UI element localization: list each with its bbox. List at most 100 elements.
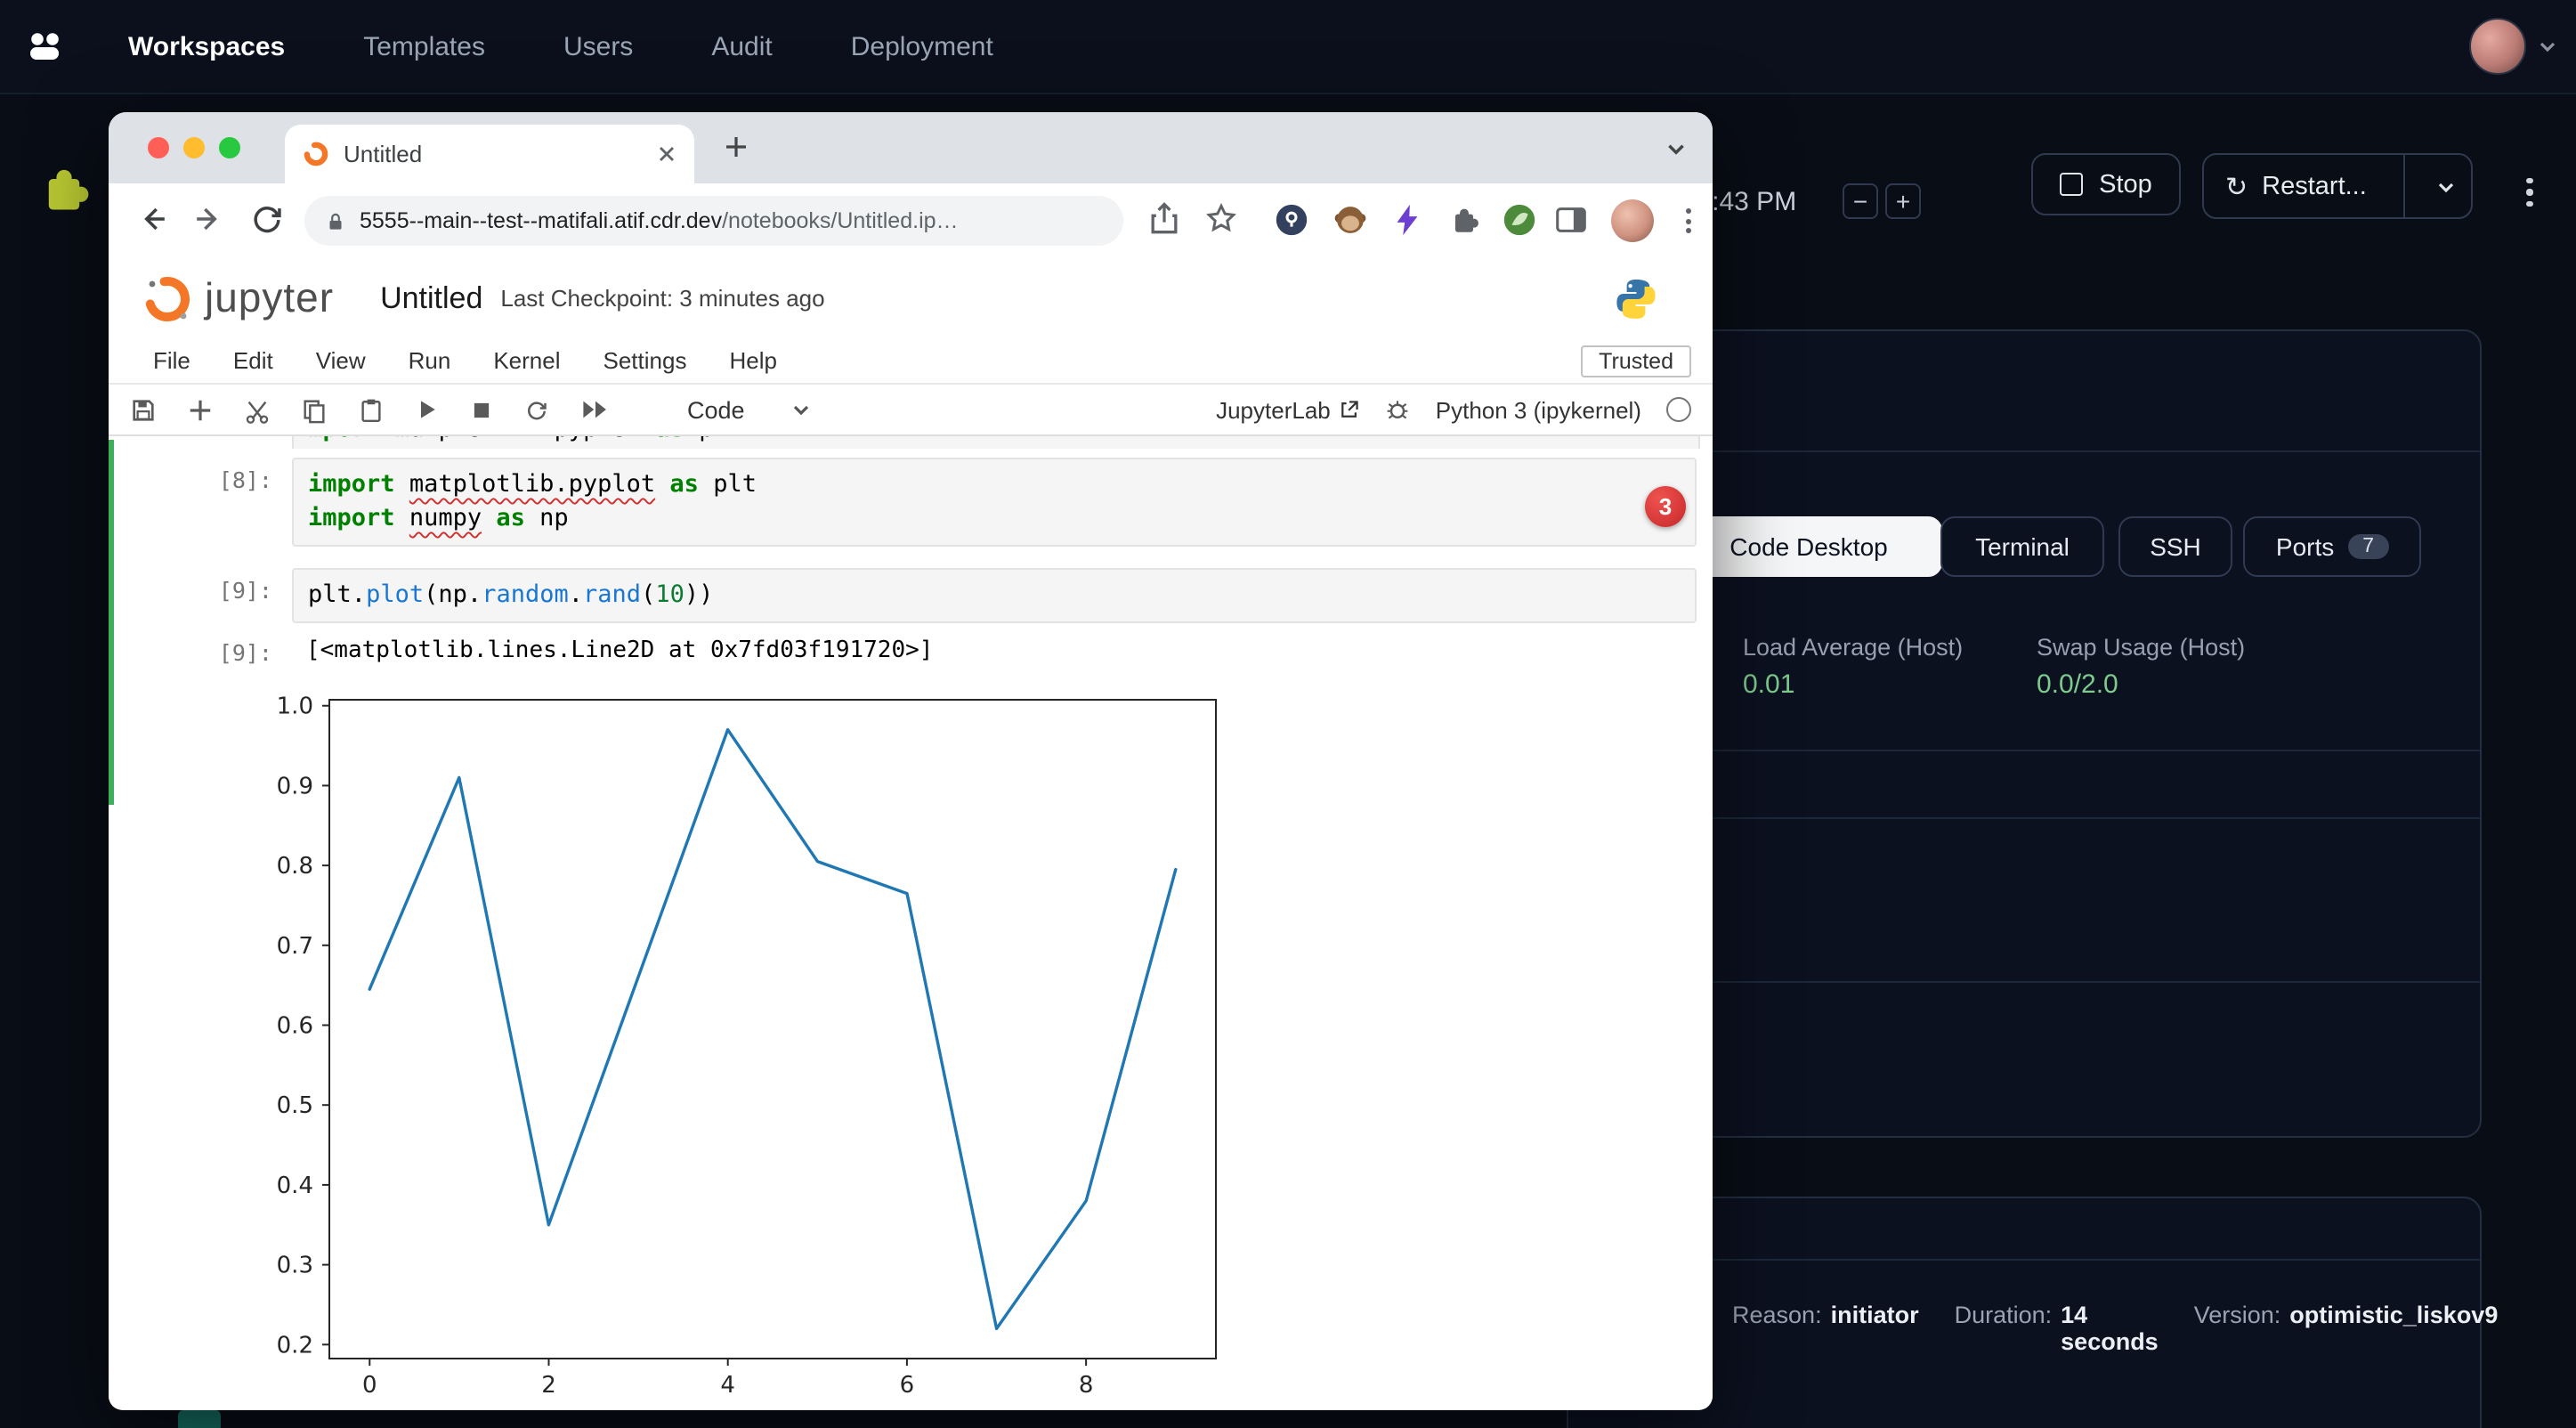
- active-cell-indicator: [109, 440, 114, 805]
- new-tab-button[interactable]: [721, 132, 751, 162]
- load-average-stat: Load Average (Host) 0.01: [1743, 634, 1963, 700]
- tab-search-chevron-icon[interactable]: [1665, 137, 1688, 160]
- workspace-more-options-button[interactable]: [2514, 171, 2546, 214]
- restart-kernel-icon[interactable]: [523, 396, 550, 423]
- svg-text:0.5: 0.5: [277, 1092, 313, 1119]
- ports-count-badge: 7: [2348, 534, 2388, 559]
- menu-kernel[interactable]: Kernel: [493, 347, 560, 374]
- browser-profile-avatar[interactable]: [1611, 199, 1654, 242]
- window-zoom-button[interactable]: [219, 137, 240, 158]
- svg-text:2: 2: [541, 1372, 556, 1399]
- copy-icon[interactable]: [301, 396, 328, 423]
- browser-toolbar: 5555--main--test--matifali.atif.cdr.dev/…: [109, 183, 1713, 260]
- build-reason: Reason: initiator: [1732, 1302, 1919, 1355]
- browser-menu-icon[interactable]: [1675, 205, 1700, 237]
- svg-text:0.7: 0.7: [277, 933, 313, 960]
- coder-logo-icon[interactable]: [21, 23, 68, 69]
- window-close-button[interactable]: [148, 137, 169, 158]
- swap-usage-label: Swap Usage (Host): [2037, 634, 2245, 661]
- onepassword-extension-icon[interactable]: [1273, 201, 1310, 239]
- nav-workspaces[interactable]: Workspaces: [128, 31, 285, 61]
- version-value: optimistic_liskov9: [2289, 1302, 2498, 1328]
- trusted-button[interactable]: Trusted: [1581, 345, 1691, 377]
- run-cell-icon[interactable]: [415, 397, 440, 422]
- nav-deployment[interactable]: Deployment: [851, 31, 993, 61]
- code-line: plt.plot(np.random.rand(10)): [308, 579, 1681, 613]
- puzzle-extension-icon[interactable]: [32, 157, 96, 221]
- tab-close-icon[interactable]: [657, 144, 676, 164]
- notification-badge[interactable]: 3: [1645, 486, 1686, 527]
- line-plot: 0.20.30.40.50.60.70.80.91.002468: [180, 682, 1284, 1408]
- menu-settings[interactable]: Settings: [603, 347, 687, 374]
- decrease-button[interactable]: −: [1843, 183, 1878, 219]
- nav-audit[interactable]: Audit: [711, 31, 772, 61]
- cell-prompt: [9]:: [109, 577, 272, 604]
- debugger-icon[interactable]: [1386, 397, 1411, 422]
- restart-run-all-icon[interactable]: [580, 397, 611, 422]
- ssh-button[interactable]: SSH: [2118, 516, 2232, 577]
- nav-users[interactable]: Users: [563, 31, 633, 61]
- paste-icon[interactable]: [358, 396, 385, 423]
- tab-title: Untitled: [344, 141, 657, 167]
- increase-button[interactable]: +: [1885, 183, 1921, 219]
- stop-workspace-button[interactable]: Stop: [2031, 153, 2181, 215]
- address-bar[interactable]: 5555--main--test--matifali.atif.cdr.dev/…: [304, 196, 1123, 246]
- ssh-label: SSH: [2150, 532, 2201, 561]
- ports-label: Ports: [2276, 532, 2334, 561]
- svg-text:0.3: 0.3: [277, 1253, 313, 1279]
- bookmark-star-icon[interactable]: [1202, 199, 1241, 239]
- notebook-title[interactable]: Untitled: [380, 280, 482, 316]
- jupyter-header: jupyter Untitled Last Checkpoint: 3 minu…: [109, 258, 1713, 340]
- chevron-down-icon[interactable]: [2537, 36, 2558, 57]
- window-minimize-button[interactable]: [183, 137, 205, 158]
- jupyter-favicon: [303, 141, 329, 167]
- back-icon[interactable]: [134, 199, 173, 239]
- cut-icon[interactable]: [244, 396, 271, 423]
- browser-tab[interactable]: Untitled: [285, 125, 694, 183]
- svg-text:4: 4: [720, 1372, 735, 1399]
- monkey-extension-icon[interactable]: [1332, 201, 1369, 239]
- build-version: Version: optimistic_liskov9: [2194, 1302, 2499, 1355]
- leaf-extension-icon[interactable]: [1501, 201, 1538, 239]
- restart-dropdown-button[interactable]: [2422, 155, 2471, 217]
- terminal-button[interactable]: Terminal: [1940, 516, 2104, 577]
- swap-usage-value: 0.0/2.0: [2037, 669, 2245, 700]
- side-panel-icon[interactable]: [1552, 201, 1590, 239]
- chevron-down-icon: [2435, 175, 2457, 197]
- restart-workspace-button[interactable]: ↻ Restart...: [2202, 153, 2473, 219]
- output-prompt: [9]:: [109, 639, 272, 666]
- svg-text:1.0: 1.0: [277, 694, 313, 720]
- lightning-extension-icon[interactable]: [1389, 201, 1426, 239]
- kernel-name[interactable]: Python 3 (ipykernel): [1436, 396, 1641, 423]
- cell-prompt: [8]:: [109, 467, 272, 493]
- status-chip: [178, 1410, 221, 1428]
- checkpoint-text: Last Checkpoint: 3 minutes ago: [500, 285, 824, 312]
- extensions-puzzle-icon[interactable]: [1446, 201, 1483, 239]
- nav-templates[interactable]: Templates: [363, 31, 485, 61]
- interrupt-kernel-icon[interactable]: [470, 398, 493, 421]
- code-cell[interactable]: plt.plot(np.random.rand(10)): [292, 568, 1697, 623]
- user-avatar[interactable]: [2469, 18, 2526, 75]
- open-jupyterlab-link[interactable]: JupyterLab: [1216, 396, 1361, 423]
- code-desktop-button[interactable]: Code Desktop: [1675, 516, 1942, 577]
- build-meta-row: Reason: initiator Duration: 14 seconds V…: [1732, 1302, 2498, 1355]
- coder-topbar: Workspaces Templates Users Audit Deploym…: [0, 0, 2576, 94]
- menu-help[interactable]: Help: [729, 347, 777, 374]
- jupyter-menubar: File Edit View Run Kernel Settings Help …: [109, 338, 1713, 385]
- share-icon[interactable]: [1145, 199, 1184, 239]
- svg-text:0.8: 0.8: [277, 853, 313, 880]
- svg-text:6: 6: [900, 1372, 915, 1399]
- clipped-cell: import matplotlib.pyplot as plt: [292, 436, 1700, 449]
- cell-type-dropdown[interactable]: Code: [687, 396, 813, 423]
- forward-icon[interactable]: [189, 199, 228, 239]
- reload-icon[interactable]: [247, 199, 287, 239]
- menu-edit[interactable]: Edit: [233, 347, 273, 374]
- menu-file[interactable]: File: [153, 347, 190, 374]
- code-cell[interactable]: import matplotlib.pyplot as plt import n…: [292, 458, 1697, 547]
- add-cell-icon[interactable]: [187, 396, 214, 423]
- save-icon[interactable]: [130, 396, 157, 423]
- ports-button[interactable]: Ports 7: [2243, 516, 2421, 577]
- menu-view[interactable]: View: [316, 347, 366, 374]
- menu-run[interactable]: Run: [409, 347, 451, 374]
- stop-label: Stop: [2099, 170, 2152, 199]
